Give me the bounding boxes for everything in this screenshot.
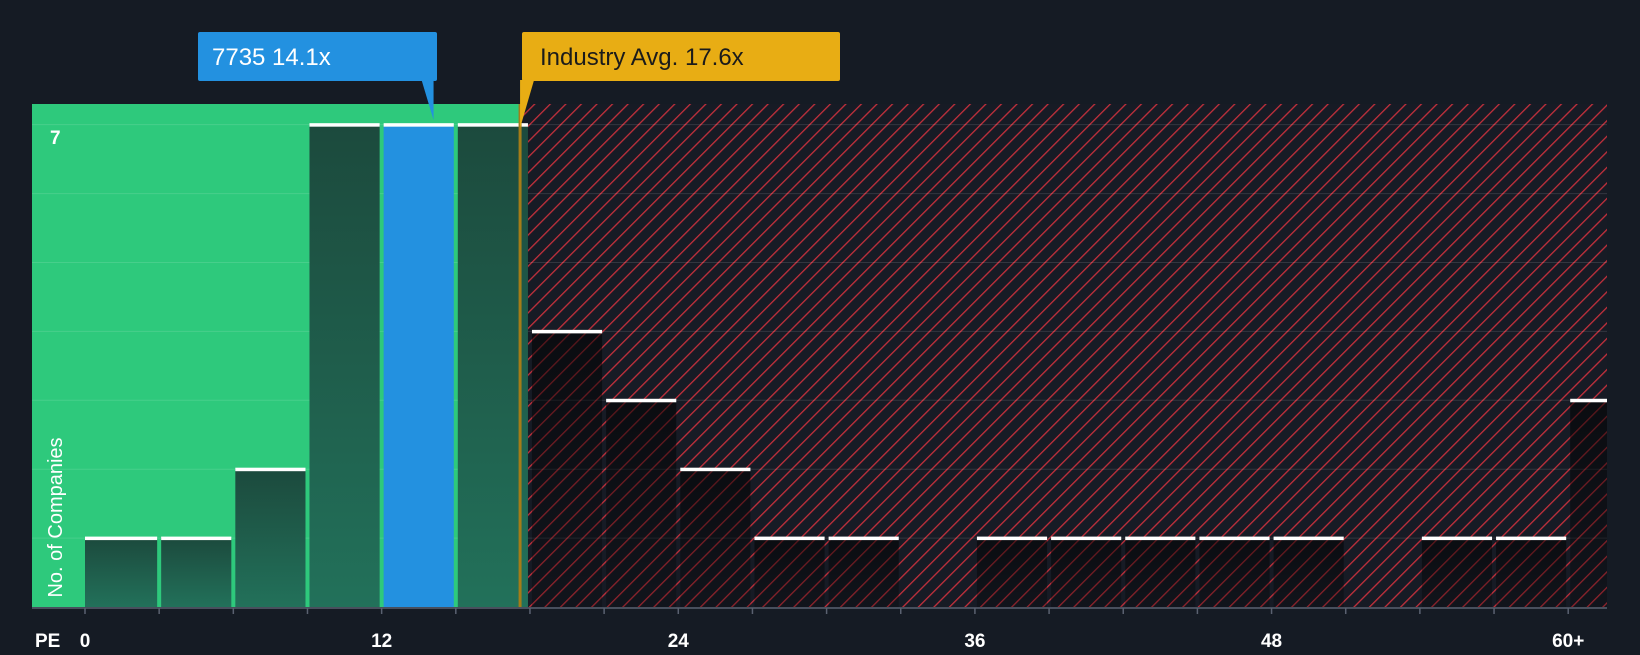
bar [680, 469, 751, 607]
bar-top-cap [161, 536, 232, 541]
industry-avg-label: Industry Avg. 17.6x [540, 44, 744, 71]
bar [828, 538, 899, 607]
bar [1570, 400, 1607, 607]
bar-top-cap [309, 123, 380, 127]
bar-top-cap [383, 123, 454, 127]
x-tick-labels: 0 12 24 36 48 60+ [80, 608, 1584, 652]
x-tick-label: 60+ [1552, 631, 1584, 650]
bar-top-cap [457, 123, 528, 127]
bar-top-cap [235, 467, 306, 472]
bar [1421, 538, 1493, 607]
bar-top-cap [531, 329, 603, 334]
bar [606, 400, 677, 607]
bar [1051, 538, 1122, 607]
bar [85, 538, 158, 607]
bar-top-cap [1125, 536, 1196, 541]
bar-top-cap [85, 536, 158, 541]
bar-top-cap [1421, 536, 1493, 541]
bar-top-cap [828, 536, 899, 541]
x-tick-label: 0 [80, 631, 91, 650]
chart-svg: 0 12 24 36 48 60+ 7 No. of Companies PE 7735 … [32, 32, 1607, 652]
company-pe-label: 7735 14.1x [212, 44, 331, 71]
bar-top-cap [1570, 398, 1607, 403]
bar [161, 538, 232, 607]
bar-top-cap [680, 467, 751, 472]
bar [531, 331, 603, 607]
bar [1273, 538, 1344, 607]
x-tick-label: 48 [1261, 631, 1282, 650]
bar-top-cap [1199, 536, 1270, 541]
bar [1199, 538, 1270, 607]
y-tick-label-7: 7 [50, 128, 61, 149]
bar [1125, 538, 1196, 607]
bar-top-cap [754, 536, 825, 541]
x-tick-label: 36 [964, 631, 985, 650]
bar [1496, 538, 1567, 607]
bar [976, 538, 1048, 607]
y-axis-label: No. of Companies [45, 437, 67, 597]
bar [235, 469, 306, 607]
bar-top-cap [1496, 536, 1567, 541]
bar-top-cap [1051, 536, 1122, 541]
pe-distribution-chart: 0 12 24 36 48 60+ 7 No. of Companies PE 7735 … [0, 0, 1640, 652]
x-tick-label: 24 [668, 631, 690, 650]
bar [309, 124, 380, 607]
bar-top-cap [976, 536, 1048, 541]
bar-top-cap [1273, 536, 1344, 541]
bar [457, 124, 528, 607]
company-bar [383, 124, 454, 607]
bar [754, 538, 825, 607]
x-tick-label: 12 [371, 631, 392, 650]
bar-top-cap [606, 398, 677, 403]
x-axis-label: PE [35, 631, 60, 650]
